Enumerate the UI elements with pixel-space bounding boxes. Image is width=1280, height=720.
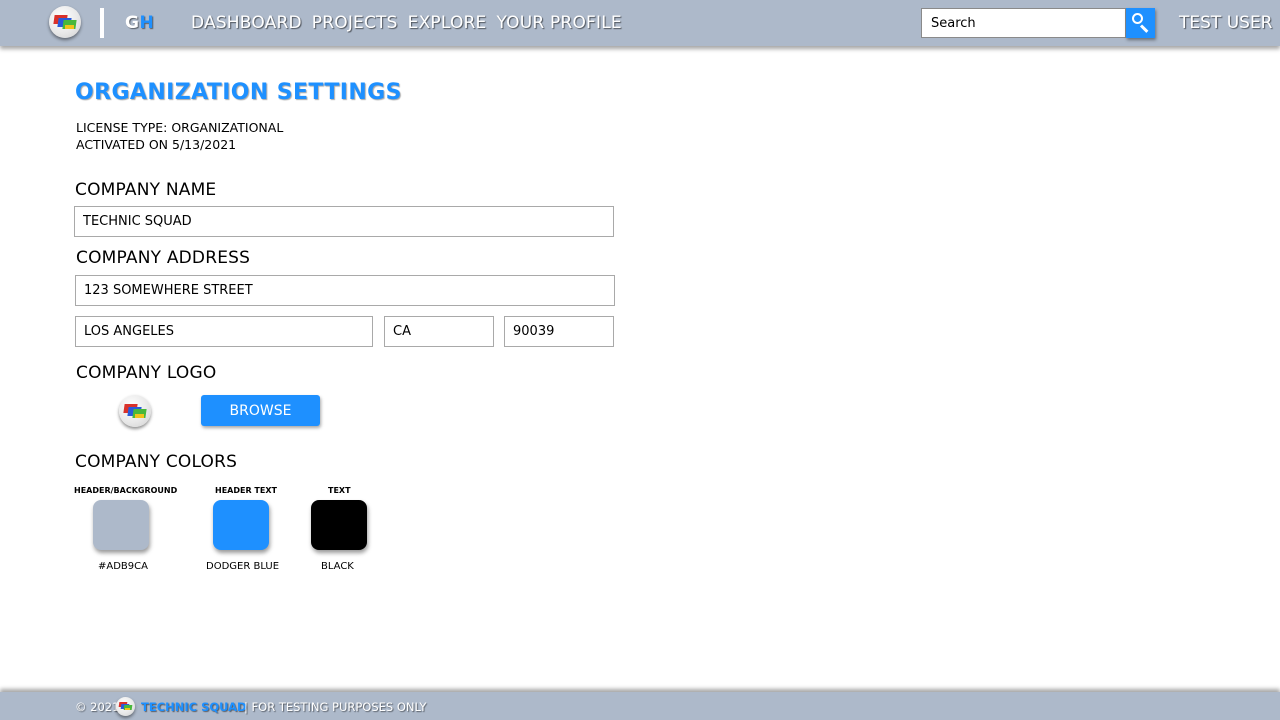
street-field <box>75 275 615 306</box>
swatch-header-background[interactable] <box>93 500 149 550</box>
footer-brand[interactable]: TECHNIC SQUAD <box>141 700 247 714</box>
swatch-name-header-background: #ADB9CA <box>98 561 148 572</box>
company-name-field <box>74 206 614 237</box>
swatch-name-header-text: DODGER BLUE <box>206 561 280 572</box>
state-field <box>384 316 494 347</box>
company-name-input[interactable] <box>75 207 613 236</box>
browse-button[interactable]: BROWSE <box>201 395 320 426</box>
nav-explore[interactable]: EXPLORE <box>408 13 487 33</box>
company-address-label: COMPANY ADDRESS <box>76 248 251 268</box>
nav-your-profile[interactable]: YOUR PROFILE <box>496 13 621 33</box>
search-input[interactable] <box>922 9 1125 37</box>
company-colors-label: COMPANY COLORS <box>75 452 238 472</box>
company-logo-preview-icon <box>119 395 151 427</box>
swatch-label-text: TEXT <box>328 486 351 495</box>
footer-copyright: © 2021 <box>75 700 120 714</box>
nav-projects[interactable]: PROJECTS <box>312 13 398 33</box>
search-icon <box>1132 13 1143 24</box>
brand-initials[interactable]: GH <box>125 13 154 33</box>
company-name-label: COMPANY NAME <box>75 180 217 200</box>
zip-input[interactable] <box>505 317 613 346</box>
activation-date: ACTIVATED ON 5/13/2021 <box>76 137 237 152</box>
header-divider <box>100 8 104 38</box>
swatch-label-header-text: HEADER TEXT <box>215 486 277 495</box>
nav-dashboard[interactable]: DASHBOARD <box>191 13 302 33</box>
swatch-label-header-background: HEADER/BACKGROUND <box>74 486 178 495</box>
footer-logo-icon <box>116 697 135 716</box>
street-input[interactable] <box>76 276 614 305</box>
footer-note: | FOR TESTING PURPOSES ONLY <box>244 700 427 714</box>
swatch-header-text[interactable] <box>213 500 269 550</box>
page-title: ORGANIZATION SETTINGS <box>75 80 402 105</box>
company-logo-label: COMPANY LOGO <box>76 363 217 383</box>
license-type: LICENSE TYPE: ORGANIZATIONAL <box>76 120 284 135</box>
swatch-text[interactable] <box>311 500 367 550</box>
app-logo-icon[interactable] <box>49 6 81 38</box>
search-button[interactable] <box>1126 8 1155 38</box>
city-input[interactable] <box>76 317 372 346</box>
zip-field <box>504 316 614 347</box>
city-field <box>75 316 373 347</box>
main-nav: DASHBOARD PROJECTS EXPLORE YOUR PROFILE <box>191 13 622 33</box>
search-box <box>921 8 1126 38</box>
swatch-name-text: BLACK <box>321 561 354 572</box>
state-input[interactable] <box>385 317 493 346</box>
user-menu[interactable]: TEST USER <box>1179 13 1273 33</box>
